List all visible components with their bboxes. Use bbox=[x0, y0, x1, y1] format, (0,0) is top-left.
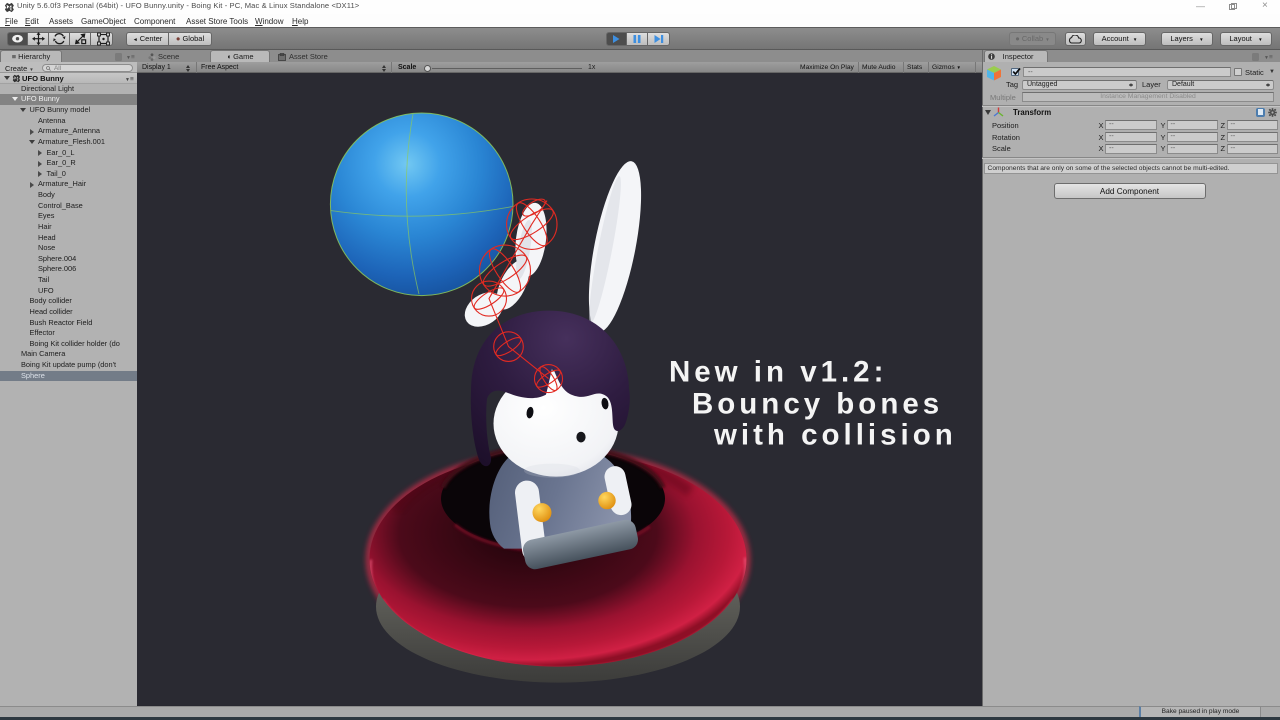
svg-text:Bouncy bones: Bouncy bones bbox=[692, 388, 943, 421]
svg-text:New in v1.2:: New in v1.2: bbox=[669, 356, 887, 389]
svg-text:with collision: with collision bbox=[713, 419, 957, 452]
